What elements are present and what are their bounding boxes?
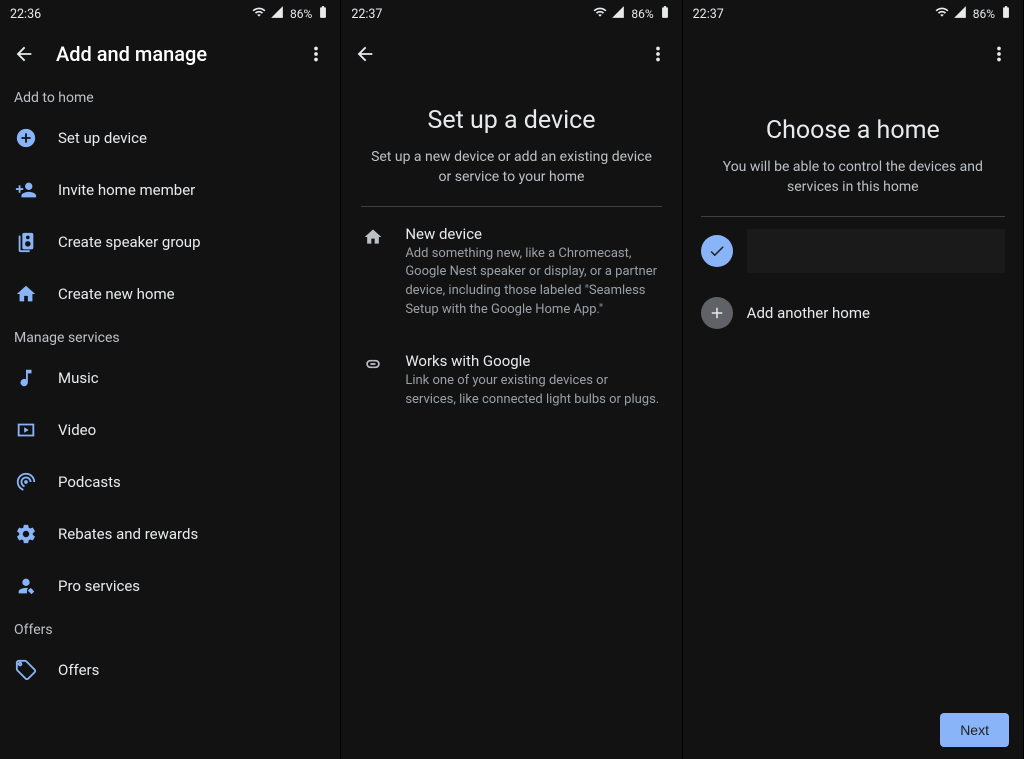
add-another-home[interactable]: Add another home <box>701 285 1005 341</box>
battery-percent: 86% <box>631 7 653 21</box>
option-desc: Link one of your existing devices or ser… <box>405 372 661 410</box>
video-icon <box>14 418 38 442</box>
row-label: Music <box>58 369 99 387</box>
row-setup-device[interactable]: Set up device <box>0 112 340 164</box>
section-header-offers: Offers <box>0 612 340 644</box>
screen-setup-device: 22:37 86% Set up a device Set up a new d… <box>341 0 682 759</box>
status-bar: 22:37 86% <box>341 0 681 28</box>
tag-icon <box>14 658 38 682</box>
row-label: Rebates and rewards <box>58 525 198 543</box>
app-bar: Add and manage <box>0 28 340 80</box>
status-bar: 22:36 86% <box>0 0 340 28</box>
row-label: Podcasts <box>58 473 121 491</box>
row-rebates[interactable]: Rebates and rewards <box>0 508 340 560</box>
home-icon <box>14 282 38 306</box>
row-label: Offers <box>58 661 99 679</box>
music-note-icon <box>14 366 38 390</box>
row-podcasts[interactable]: Podcasts <box>0 456 340 508</box>
screen-choose-home: 22:37 86% Choose a home You will be able… <box>683 0 1024 759</box>
add-home-label: Add another home <box>747 304 870 322</box>
status-time: 22:37 <box>693 7 724 22</box>
check-icon <box>701 235 733 267</box>
home-name-redacted <box>747 229 1005 273</box>
row-label: Set up device <box>58 129 147 147</box>
status-time: 22:36 <box>10 7 41 22</box>
page-subtitle: You will be able to control the devices … <box>701 157 1005 216</box>
overflow-menu-button[interactable] <box>304 42 328 66</box>
row-video[interactable]: Video <box>0 404 340 456</box>
battery-icon <box>999 5 1013 23</box>
status-time: 22:37 <box>351 7 382 22</box>
option-title: New device <box>405 225 661 243</box>
pro-services-icon <box>14 574 38 598</box>
row-music[interactable]: Music <box>0 352 340 404</box>
next-button[interactable]: Next <box>940 713 1009 747</box>
row-label: Create new home <box>58 285 175 303</box>
row-label: Video <box>58 421 96 439</box>
app-bar <box>683 28 1023 80</box>
signal-icon <box>611 5 625 23</box>
wifi-icon <box>935 5 949 23</box>
overflow-menu-button[interactable] <box>646 42 670 66</box>
gear-icon <box>14 522 38 546</box>
section-header-add: Add to home <box>0 80 340 112</box>
back-button[interactable] <box>353 42 377 66</box>
app-bar <box>341 28 681 80</box>
row-label: Create speaker group <box>58 233 201 251</box>
row-create-home[interactable]: Create new home <box>0 268 340 320</box>
battery-percent: 86% <box>290 7 312 21</box>
link-icon <box>361 352 385 410</box>
row-pro-services[interactable]: Pro services <box>0 560 340 612</box>
signal-icon <box>953 5 967 23</box>
plus-circle-icon <box>14 126 38 150</box>
signal-icon <box>270 5 284 23</box>
row-speaker-group[interactable]: Create speaker group <box>0 216 340 268</box>
person-add-icon <box>14 178 38 202</box>
row-label: Pro services <box>58 577 140 595</box>
option-new-device[interactable]: New device Add something new, like a Chr… <box>361 207 661 334</box>
battery-icon <box>316 5 330 23</box>
settings-list: Add to home Set up device Invite home me… <box>0 80 340 759</box>
podcast-icon <box>14 470 38 494</box>
wifi-icon <box>593 5 607 23</box>
row-invite-member[interactable]: Invite home member <box>0 164 340 216</box>
section-header-manage: Manage services <box>0 320 340 352</box>
home-icon <box>361 225 385 320</box>
home-option-selected[interactable] <box>701 217 1005 285</box>
battery-icon <box>658 5 672 23</box>
wifi-icon <box>252 5 266 23</box>
option-works-with-google[interactable]: Works with Google Link one of your exist… <box>361 334 661 424</box>
plus-icon <box>701 297 733 329</box>
speaker-group-icon <box>14 230 38 254</box>
page-title: Set up a device <box>361 106 661 135</box>
page-subtitle: Set up a new device or add an existing d… <box>361 147 661 206</box>
back-button[interactable] <box>12 42 36 66</box>
row-offers[interactable]: Offers <box>0 644 340 696</box>
page-title: Choose a home <box>701 116 1005 145</box>
battery-percent: 86% <box>973 7 995 21</box>
overflow-menu-button[interactable] <box>987 42 1011 66</box>
status-bar: 22:37 86% <box>683 0 1023 28</box>
option-title: Works with Google <box>405 352 661 370</box>
row-label: Invite home member <box>58 181 195 199</box>
screen-add-and-manage: 22:36 86% Add and manage <box>0 0 341 759</box>
appbar-title: Add and manage <box>56 42 284 66</box>
option-desc: Add something new, like a Chromecast, Go… <box>405 245 661 320</box>
